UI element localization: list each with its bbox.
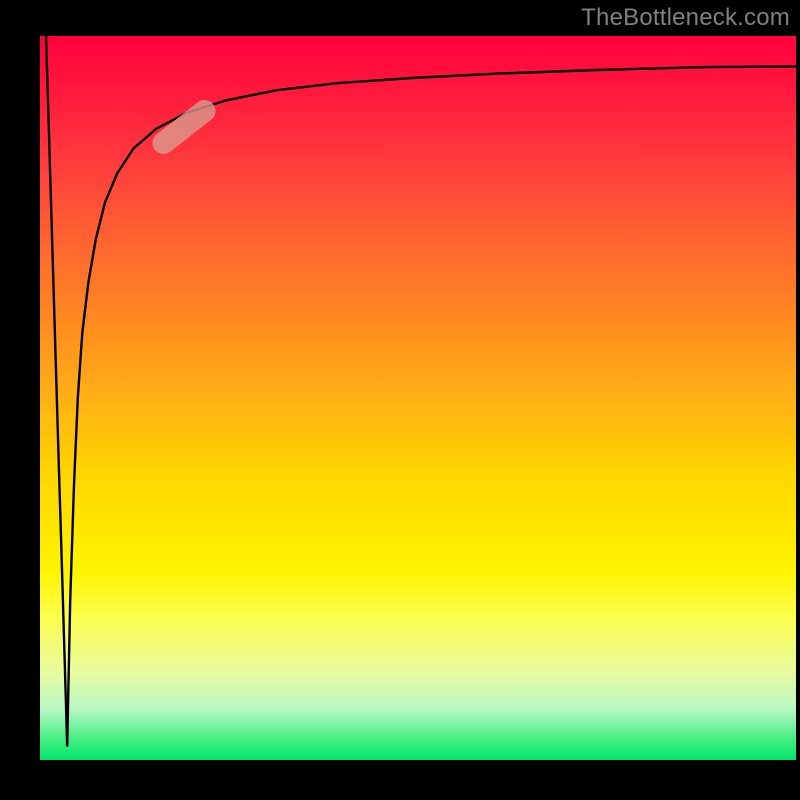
curve-up bbox=[67, 66, 796, 745]
chart-root: TheBottleneck.com bbox=[0, 0, 800, 800]
curve-down bbox=[46, 36, 67, 746]
watermark-text: TheBottleneck.com bbox=[581, 4, 790, 32]
plot-area bbox=[40, 36, 796, 760]
